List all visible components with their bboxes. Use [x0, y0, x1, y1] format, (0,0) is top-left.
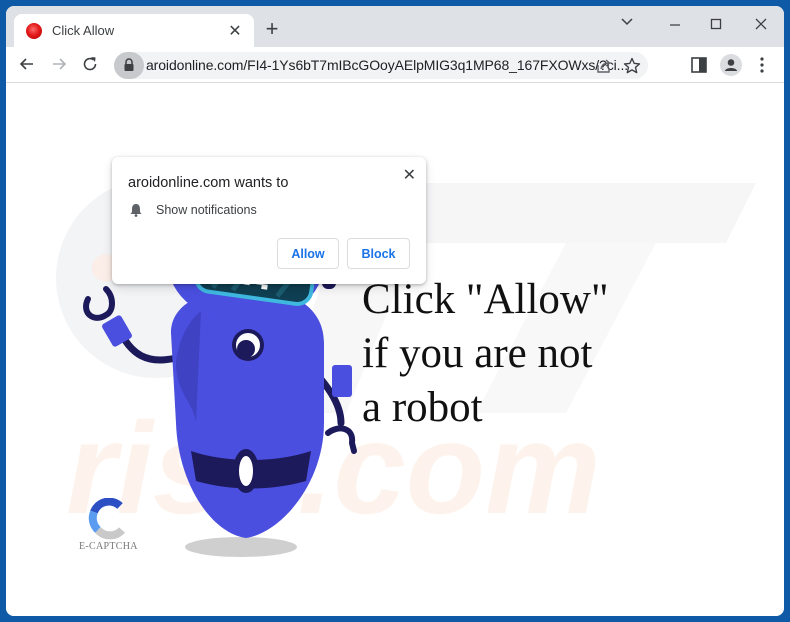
popup-permission-row: Show notifications [130, 203, 257, 217]
menu-button[interactable] [751, 54, 773, 76]
robot-mouth-pixel [261, 283, 268, 290]
robot-shadow [185, 537, 297, 557]
popup-title: aroidonline.com wants to [128, 175, 289, 191]
notification-permission-popup: aroidonline.com wants to ✕ Show notifica… [112, 157, 426, 284]
kebab-menu-icon [760, 57, 764, 73]
reload-button[interactable] [78, 53, 102, 77]
maximize-icon [710, 18, 722, 30]
forward-button[interactable] [47, 53, 71, 77]
back-arrow-icon [19, 58, 33, 70]
profile-icon [720, 54, 742, 76]
robot-right-hand [325, 425, 357, 454]
side-panel-icon [691, 57, 707, 73]
headline: Click "Allow" if you are not a robot [362, 273, 609, 435]
lock-icon [124, 58, 134, 71]
back-button[interactable] [15, 53, 39, 77]
browser-window: Click Allow ✕ + aroidonline.com/FI4-1Ys6… [6, 6, 784, 616]
close-window-button[interactable] [746, 14, 776, 36]
captcha-label: E-CAPTCHA [79, 541, 138, 552]
share-icon [597, 59, 611, 73]
tab-close-icon[interactable]: ✕ [226, 21, 244, 41]
tab-click-allow[interactable]: Click Allow ✕ [14, 14, 254, 47]
site-info-button[interactable] [114, 52, 144, 79]
bookmark-button[interactable] [622, 56, 642, 76]
forward-arrow-icon [53, 58, 67, 70]
headline-line: a robot [362, 384, 483, 431]
chevron-down-icon [621, 18, 633, 26]
block-button[interactable]: Block [347, 238, 410, 269]
bookmark-star-icon [623, 57, 641, 74]
minimize-button[interactable] [660, 14, 690, 36]
close-icon [755, 18, 767, 30]
reload-icon [83, 57, 97, 71]
allow-button[interactable]: Allow [277, 238, 339, 269]
minimize-icon [670, 24, 680, 26]
popup-close-icon[interactable]: ✕ [403, 165, 416, 185]
favicon-icon [26, 22, 42, 39]
maximize-button[interactable] [701, 14, 731, 36]
robot-left-hand [83, 286, 115, 321]
profile-button[interactable] [720, 54, 742, 76]
browser-toolbar: aroidonline.com/FI4-1Ys6bT7mIBcGOoyAElpM… [6, 47, 784, 83]
popup-permission-text: Show notifications [156, 203, 257, 217]
headline-line: if you are not [362, 330, 593, 377]
robot-right-cuff [332, 365, 352, 397]
new-tab-button[interactable]: + [262, 18, 282, 40]
share-button[interactable] [594, 56, 614, 76]
page-content: risk.com Click "Allow" if you are not a … [6, 83, 784, 616]
robot-chest-core [237, 340, 255, 358]
robot-belt-light [239, 456, 253, 486]
tab-strip: Click Allow ✕ + [6, 6, 784, 47]
url-text[interactable]: aroidonline.com/FI4-1Ys6bT7mIBcGOoyAElpM… [146, 57, 628, 73]
address-bar[interactable]: aroidonline.com/FI4-1Ys6bT7mIBcGOoyAElpM… [114, 52, 648, 79]
tab-title: Click Allow [52, 23, 115, 38]
bell-icon [130, 204, 142, 217]
captcha-logo-icon [88, 498, 125, 540]
tab-search-button[interactable] [612, 14, 642, 36]
side-panel-button[interactable] [688, 54, 710, 76]
